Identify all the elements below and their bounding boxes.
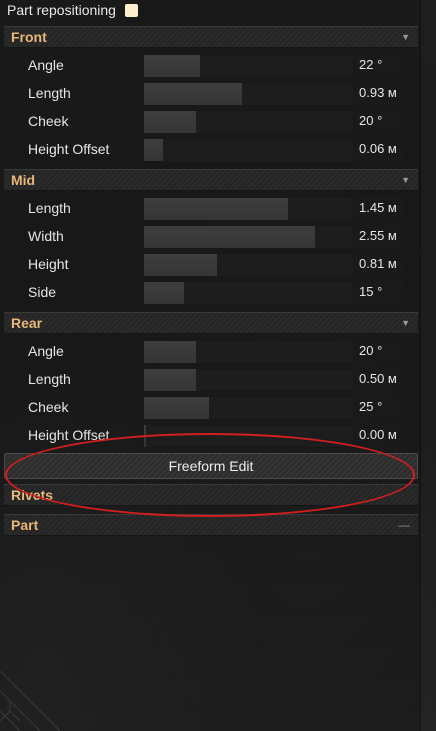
rear-length-label: Length <box>28 371 71 387</box>
slider-fill <box>144 425 147 447</box>
slider-fill <box>144 198 289 220</box>
section-header-mid[interactable]: Mid ▼ <box>4 169 418 191</box>
section-title-mid: Mid <box>11 172 36 188</box>
front-length-label: Length <box>28 85 71 101</box>
section-title-rivets: Rivets <box>11 487 54 503</box>
front-length-row: Length 0.93 м <box>4 79 418 107</box>
mid-side-slider[interactable] <box>143 281 354 305</box>
front-height-offset-value[interactable]: 0.06 м <box>355 138 403 160</box>
front-cheek-label: Cheek <box>28 113 69 129</box>
mid-length-slider[interactable] <box>143 197 354 221</box>
front-height-offset-label: Height Offset <box>28 141 110 157</box>
front-angle-value[interactable]: 22 ° <box>355 54 403 76</box>
slider-fill <box>144 111 197 133</box>
mid-side-label: Side <box>28 284 57 300</box>
mid-length-value[interactable]: 1.45 м <box>355 197 403 219</box>
front-angle-label: Angle <box>28 57 64 73</box>
mid-width-label: Width <box>28 228 64 244</box>
rear-angle-value[interactable]: 20 ° <box>355 340 403 362</box>
rear-angle-slider[interactable] <box>143 340 354 364</box>
slider-fill <box>144 254 218 276</box>
rear-cheek-slider[interactable] <box>143 396 354 420</box>
section-title-part: Part <box>11 517 39 533</box>
mid-side-value[interactable]: 15 ° <box>355 281 403 303</box>
slider-fill <box>144 397 209 419</box>
slider-fill <box>144 369 197 391</box>
part-repositioning-label: Part repositioning <box>7 2 116 18</box>
front-length-value[interactable]: 0.93 м <box>355 82 403 104</box>
rear-cheek-row: Cheek 25 ° <box>4 393 418 421</box>
mid-height-row: Height 0.81 м <box>4 250 418 278</box>
section-header-front[interactable]: Front ▼ <box>4 26 418 48</box>
rear-height-offset-row: Height Offset 0.00 м <box>4 421 418 449</box>
rear-cheek-label: Cheek <box>28 399 69 415</box>
slider-fill <box>144 226 316 248</box>
mid-length-label: Length <box>28 200 71 216</box>
front-angle-row: Angle 22 ° <box>4 51 418 79</box>
floor-grid-decoration <box>0 671 60 731</box>
slider-fill <box>144 282 184 304</box>
rear-height-offset-value[interactable]: 0.00 м <box>355 424 403 446</box>
section-title-front: Front <box>11 29 47 45</box>
section-header-part[interactable]: Part — <box>4 514 418 536</box>
mid-height-value[interactable]: 0.81 м <box>355 253 403 275</box>
slider-fill <box>144 341 197 363</box>
collapse-icon[interactable]: — <box>398 518 410 532</box>
part-repositioning-checkbox[interactable] <box>124 3 138 17</box>
mid-side-row: Side 15 ° <box>4 278 418 306</box>
rear-length-row: Length 0.50 м <box>4 365 418 393</box>
rear-height-offset-label: Height Offset <box>28 427 110 443</box>
part-repositioning-row[interactable]: Part repositioning <box>7 0 138 20</box>
slider-fill <box>144 139 163 161</box>
mid-width-value[interactable]: 2.55 м <box>355 225 403 247</box>
chevron-down-icon[interactable]: ▼ <box>401 32 410 42</box>
section-header-rear[interactable]: Rear ▼ <box>4 312 418 334</box>
freeform-edit-button[interactable]: Freeform Edit <box>4 453 418 479</box>
rear-length-slider[interactable] <box>143 368 354 392</box>
section-title-rear: Rear <box>11 315 43 331</box>
rear-length-value[interactable]: 0.50 м <box>355 368 403 390</box>
mid-width-row: Width 2.55 м <box>4 222 418 250</box>
front-cheek-row: Cheek 20 ° <box>4 107 418 135</box>
front-height-offset-row: Height Offset 0.06 м <box>4 135 418 163</box>
chevron-down-icon[interactable]: ▼ <box>401 318 410 328</box>
front-cheek-slider[interactable] <box>143 110 354 134</box>
mid-width-slider[interactable] <box>143 225 354 249</box>
chevron-down-icon[interactable]: ▼ <box>401 175 410 185</box>
mid-length-row: Length 1.45 м <box>4 194 418 222</box>
slider-fill <box>144 83 243 105</box>
rear-angle-row: Angle 20 ° <box>4 337 418 365</box>
front-angle-slider[interactable] <box>143 54 354 78</box>
slider-fill <box>144 55 201 77</box>
mid-height-label: Height <box>28 256 69 272</box>
rear-height-offset-slider[interactable] <box>143 424 354 448</box>
properties-panel: Part repositioning Front ▼ Angle 22 ° Le… <box>0 0 421 731</box>
section-header-rivets[interactable]: Rivets <box>4 484 418 506</box>
rear-cheek-value[interactable]: 25 ° <box>355 396 403 418</box>
front-height-offset-slider[interactable] <box>143 138 354 162</box>
front-length-slider[interactable] <box>143 82 354 106</box>
front-cheek-value[interactable]: 20 ° <box>355 110 403 132</box>
rear-angle-label: Angle <box>28 343 64 359</box>
mid-height-slider[interactable] <box>143 253 354 277</box>
